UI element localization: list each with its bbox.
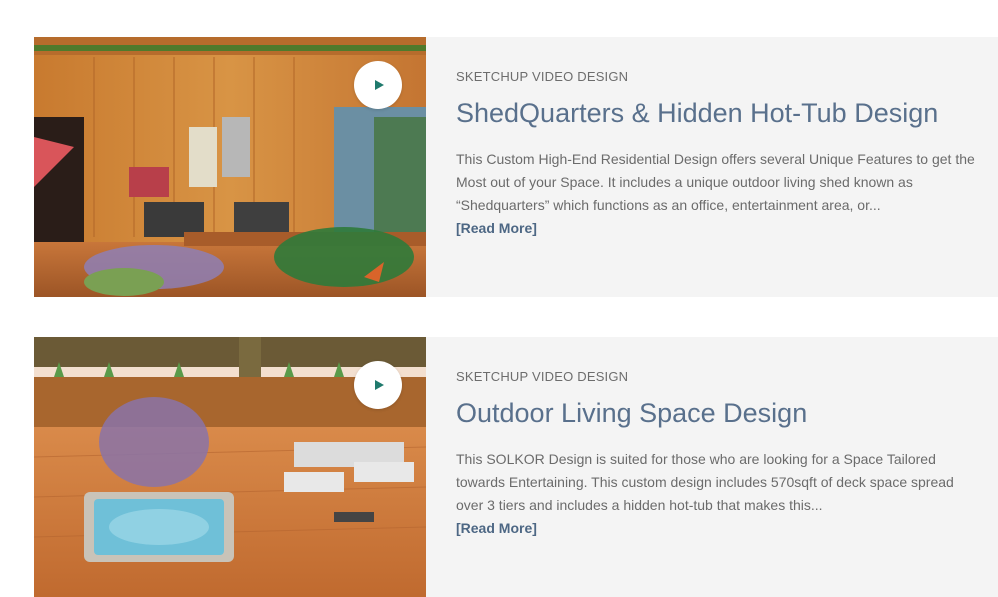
play-button[interactable]: [354, 61, 402, 109]
post-card: SKETCHUP VIDEO DESIGN Outdoor Living Spa…: [34, 337, 998, 597]
play-icon: [375, 380, 384, 390]
post-excerpt: This Custom High-End Residential Design …: [456, 151, 975, 213]
post-title[interactable]: Outdoor Living Space Design: [456, 396, 978, 430]
play-button[interactable]: [354, 361, 402, 409]
post-excerpt: This SOLKOR Design is suited for those w…: [456, 451, 954, 513]
post-category: SKETCHUP VIDEO DESIGN: [456, 69, 629, 84]
post-card: SKETCHUP VIDEO DESIGN ShedQuarters & Hid…: [34, 37, 998, 297]
post-text: SKETCHUP VIDEO DESIGN Outdoor Living Spa…: [426, 337, 998, 597]
video-thumbnail[interactable]: [34, 37, 426, 297]
post-category: SKETCHUP VIDEO DESIGN: [456, 369, 629, 384]
read-more-link[interactable]: [Read More]: [456, 517, 537, 540]
video-thumbnail[interactable]: [34, 337, 426, 597]
read-more-link[interactable]: [Read More]: [456, 217, 537, 240]
post-title[interactable]: ShedQuarters & Hidden Hot-Tub Design: [456, 96, 978, 130]
play-icon: [375, 80, 384, 90]
post-text: SKETCHUP VIDEO DESIGN ShedQuarters & Hid…: [426, 37, 998, 297]
